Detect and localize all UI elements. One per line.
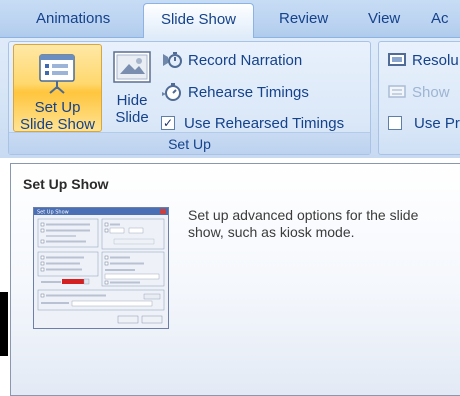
hide-slide-button[interactable]: Hide Slide — [107, 44, 157, 132]
show-on-label: Show — [412, 83, 450, 101]
background-edge — [0, 292, 8, 356]
record-narration-label: Record Narration — [188, 51, 303, 69]
use-rehearsed-timings-label: Use Rehearsed Timings — [184, 114, 345, 132]
hide-slide-label-2: Slide — [115, 109, 149, 126]
use-rehearsed-timings-check[interactable]: ✓ — [161, 116, 175, 130]
monitors-group: Resolu Show Use Pr — [378, 41, 460, 155]
setup-show-icon — [38, 54, 75, 94]
tab-review[interactable]: Review — [279, 10, 328, 27]
setup-group-label: Set Up — [9, 132, 370, 154]
hide-slide-icon — [113, 51, 151, 83]
microphone-icon — [163, 52, 182, 68]
dialog-preview-title: Set Up Show — [37, 210, 69, 216]
show-on-button[interactable]: Show — [388, 81, 450, 103]
use-presenter-view-check[interactable] — [388, 116, 402, 130]
rehearse-timings-label: Rehearse Timings — [188, 83, 309, 101]
monitor-icon — [388, 53, 406, 66]
rehearse-timings-button[interactable]: Rehearse Timings — [161, 81, 309, 103]
setup-group: Set Up Slide Show Hide Slide Record Narr… — [8, 41, 371, 155]
resolution-button[interactable]: Resolu — [388, 49, 459, 71]
tab-animations[interactable]: Animations — [36, 10, 110, 27]
tooltip-description: Set up advanced options for the slide sh… — [188, 207, 419, 240]
setup-slide-show-label-2: Slide Show — [19, 116, 96, 133]
ribbon-panel: Set Up Slide Show Hide Slide Record Narr… — [0, 37, 460, 158]
setup-show-tooltip: Set Up Show Set Up Show Set up advanced … — [10, 163, 460, 396]
tab-view[interactable]: View — [368, 10, 400, 27]
use-presenter-view-checkbox[interactable]: Use Pr — [388, 112, 460, 134]
use-rehearsed-timings-checkbox[interactable]: ✓ Use Rehearsed Timings — [161, 112, 344, 134]
ribbon-tab-bar: Animations Slide Show Review View Ac — [0, 0, 460, 38]
hide-slide-label-1: Hide — [116, 92, 148, 109]
setup-slide-show-button[interactable]: Set Up Slide Show — [13, 44, 102, 133]
dialog-preview-image: Set Up Show — [34, 208, 168, 324]
record-narration-button[interactable]: Record Narration — [161, 49, 302, 71]
resolution-label: Resolu — [412, 51, 459, 69]
use-presenter-view-label: Use Pr — [414, 114, 460, 132]
show-on-icon — [388, 85, 406, 98]
setup-show-dialog-preview: Set Up Show — [33, 207, 169, 329]
setup-slide-show-label-1: Set Up — [34, 99, 81, 116]
stopwatch-icon — [162, 83, 181, 101]
tab-slide-show[interactable]: Slide Show — [143, 3, 254, 38]
tooltip-title: Set Up Show — [23, 176, 109, 192]
tab-add-ins[interactable]: Ac — [431, 10, 449, 27]
